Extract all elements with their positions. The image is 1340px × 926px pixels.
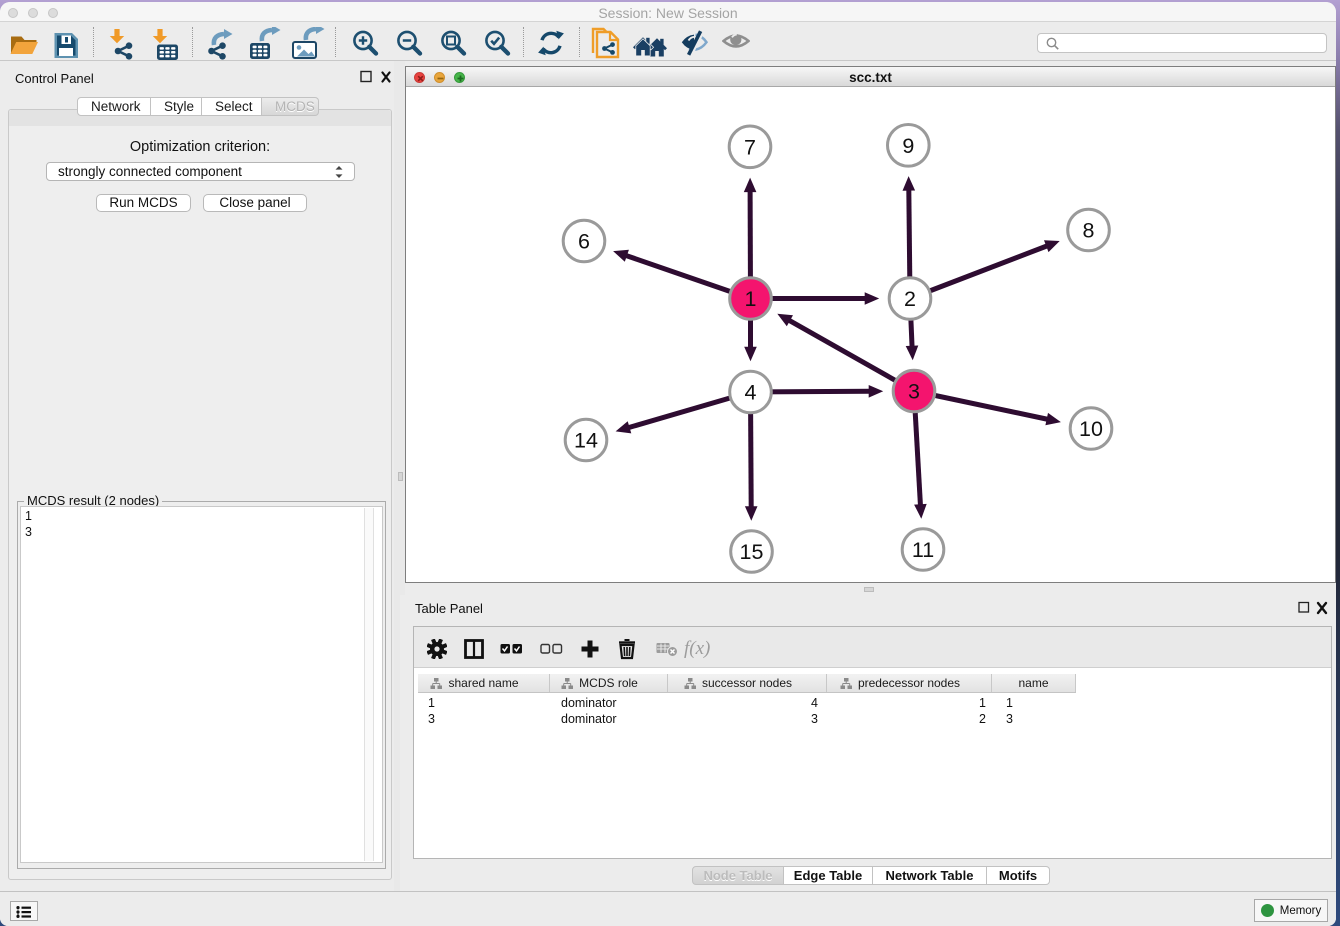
svg-text:2: 2	[904, 287, 916, 311]
svg-text:11: 11	[912, 538, 934, 562]
svg-text:10: 10	[1079, 417, 1103, 441]
svg-text:3: 3	[908, 380, 920, 404]
svg-text:14: 14	[574, 429, 598, 453]
svg-text:f(x): f(x)	[684, 638, 710, 659]
svg-text:7: 7	[744, 135, 756, 159]
svg-text:15: 15	[740, 540, 764, 564]
svg-text:8: 8	[1083, 219, 1095, 243]
svg-text:1: 1	[745, 287, 757, 311]
svg-text:4: 4	[745, 381, 757, 405]
svg-text:6: 6	[578, 230, 590, 254]
svg-text:9: 9	[902, 134, 914, 158]
